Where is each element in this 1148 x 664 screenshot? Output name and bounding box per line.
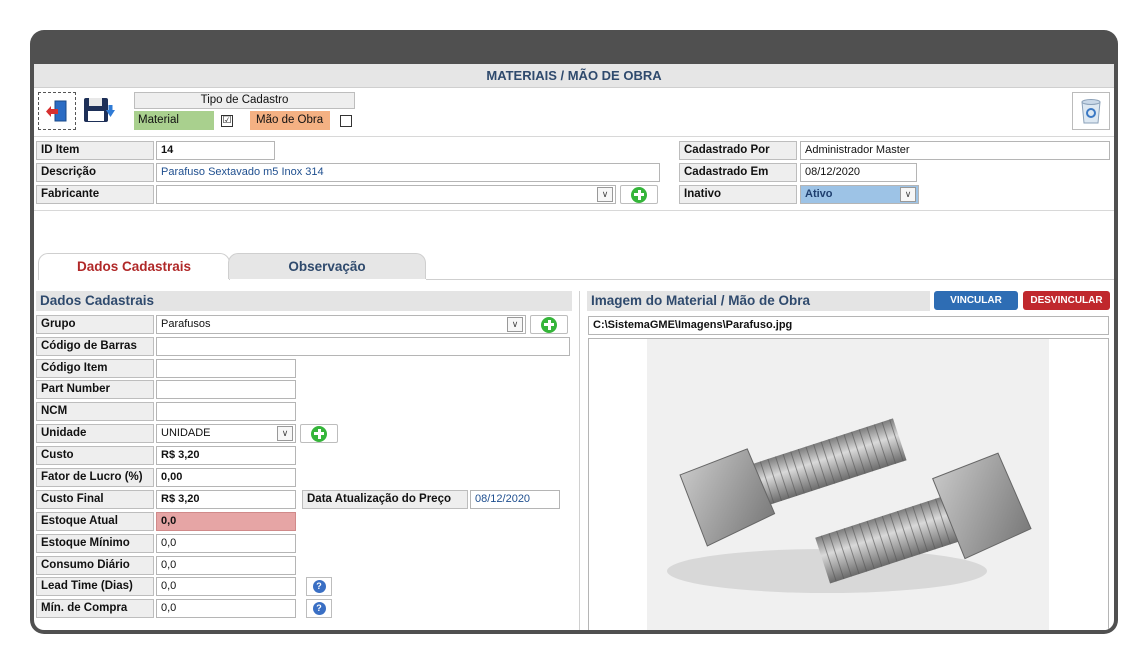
codigo-barras-label: Código de Barras bbox=[36, 337, 154, 356]
part-number-field[interactable] bbox=[156, 380, 296, 399]
material-label: Material bbox=[134, 111, 214, 130]
custo-final-field: R$ 3,20 bbox=[156, 490, 296, 509]
fator-lucro-field[interactable]: 0,00 bbox=[156, 468, 296, 487]
exit-door-icon bbox=[46, 100, 67, 122]
header-divider bbox=[34, 210, 1114, 211]
parafuso-photo bbox=[647, 339, 1049, 630]
chevron-down-icon[interactable]: ∨ bbox=[597, 187, 613, 202]
custo-final-label: Custo Final bbox=[36, 490, 154, 509]
min-compra-help-button[interactable]: ? bbox=[306, 599, 332, 618]
grupo-select[interactable]: Parafusos bbox=[156, 315, 526, 334]
chevron-down-icon[interactable]: ∨ bbox=[507, 317, 523, 332]
custo-field[interactable]: R$ 3,20 bbox=[156, 446, 296, 465]
dados-cadastrais-header: Dados Cadastrais bbox=[36, 291, 572, 311]
codigo-item-field[interactable] bbox=[156, 359, 296, 378]
lead-time-field[interactable]: 0,0 bbox=[156, 577, 296, 596]
add-icon bbox=[631, 186, 647, 203]
part-number-label: Part Number bbox=[36, 380, 154, 399]
fabricante-label: Fabricante bbox=[36, 185, 154, 204]
add-unidade-button[interactable] bbox=[300, 424, 338, 443]
chevron-down-icon[interactable]: ∨ bbox=[900, 187, 916, 202]
unidade-select[interactable]: UNIDADE bbox=[156, 424, 296, 443]
recycle-bin-icon bbox=[1081, 99, 1101, 124]
id-item-label: ID Item bbox=[36, 141, 154, 160]
min-compra-field[interactable]: 0,0 bbox=[156, 599, 296, 618]
fabricante-select[interactable] bbox=[156, 185, 616, 204]
grupo-label: Grupo bbox=[36, 315, 154, 334]
id-item-field[interactable]: 14 bbox=[156, 141, 275, 160]
material-checkbox[interactable]: ☑ bbox=[221, 115, 233, 127]
toolbar-divider bbox=[34, 136, 1114, 137]
descricao-field[interactable]: Parafuso Sextavado m5 Inox 314 bbox=[156, 163, 660, 182]
estoque-atual-label: Estoque Atual bbox=[36, 512, 154, 531]
cadastrado-em-field: 08/12/2020 bbox=[800, 163, 917, 182]
consumo-diario-field[interactable]: 0,0 bbox=[156, 556, 296, 575]
add-icon bbox=[541, 316, 557, 333]
min-compra-label: Mín. de Compra bbox=[36, 599, 154, 618]
image-frame bbox=[588, 338, 1109, 630]
mao-de-obra-checkbox[interactable] bbox=[340, 115, 352, 127]
tab-observacao[interactable]: Observação bbox=[228, 253, 426, 279]
app-frame: MATERIAIS / MÃO DE OBRA Tipo de Cadastro… bbox=[30, 30, 1118, 634]
mao-de-obra-label: Mão de Obra bbox=[250, 111, 330, 130]
trash-button[interactable] bbox=[1072, 92, 1110, 130]
help-icon: ? bbox=[312, 580, 326, 593]
custo-label: Custo bbox=[36, 446, 154, 465]
consumo-diario-label: Consumo Diário bbox=[36, 556, 154, 575]
imagem-header: Imagem do Material / Mão de Obra bbox=[587, 291, 930, 311]
estoque-atual-field: 0,0 bbox=[156, 512, 296, 531]
estoque-minimo-label: Estoque Mínimo bbox=[36, 534, 154, 553]
window-title: MATERIAIS / MÃO DE OBRA bbox=[34, 64, 1114, 88]
vincular-button[interactable]: VINCULAR bbox=[934, 291, 1018, 310]
bolts-image bbox=[647, 339, 1049, 630]
codigo-item-label: Código Item bbox=[36, 359, 154, 378]
lead-time-help-button[interactable]: ? bbox=[306, 577, 332, 596]
save-button[interactable] bbox=[80, 92, 118, 130]
tab-baseline bbox=[426, 279, 1114, 280]
inativo-label: Inativo bbox=[679, 185, 797, 204]
data-atualizacao-label: Data Atualização do Preço bbox=[302, 490, 468, 509]
panel-divider bbox=[579, 291, 580, 630]
unidade-label: Unidade bbox=[36, 424, 154, 443]
exit-button[interactable] bbox=[38, 92, 76, 130]
help-icon: ? bbox=[312, 602, 326, 615]
cadastrado-por-label: Cadastrado Por bbox=[679, 141, 797, 160]
cadastrado-por-field: Administrador Master bbox=[800, 141, 1110, 160]
estoque-minimo-field[interactable]: 0,0 bbox=[156, 534, 296, 553]
add-icon bbox=[311, 425, 327, 442]
desvincular-button[interactable]: DESVINCULAR bbox=[1023, 291, 1110, 310]
tipo-cadastro-title: Tipo de Cadastro bbox=[134, 92, 355, 109]
image-path-field: C:\SistemaGME\Imagens\Parafuso.jpg bbox=[588, 316, 1109, 335]
save-disk-icon bbox=[84, 98, 115, 122]
lead-time-label: Lead Time (Dias) bbox=[36, 577, 154, 596]
add-grupo-button[interactable] bbox=[530, 315, 568, 334]
ncm-label: NCM bbox=[36, 402, 154, 421]
tab-dados-cadastrais[interactable]: Dados Cadastrais bbox=[38, 253, 230, 280]
fator-lucro-label: Fator de Lucro (%) bbox=[36, 468, 154, 487]
add-fabricante-button[interactable] bbox=[620, 185, 658, 204]
cadastrado-em-label: Cadastrado Em bbox=[679, 163, 797, 182]
descricao-label: Descrição bbox=[36, 163, 154, 182]
materiais-window: MATERIAIS / MÃO DE OBRA Tipo de Cadastro… bbox=[34, 64, 1114, 630]
codigo-barras-field[interactable] bbox=[156, 337, 570, 356]
data-atualizacao-field: 08/12/2020 bbox=[470, 490, 560, 509]
chevron-down-icon[interactable]: ∨ bbox=[277, 426, 293, 441]
ncm-field[interactable] bbox=[156, 402, 296, 421]
